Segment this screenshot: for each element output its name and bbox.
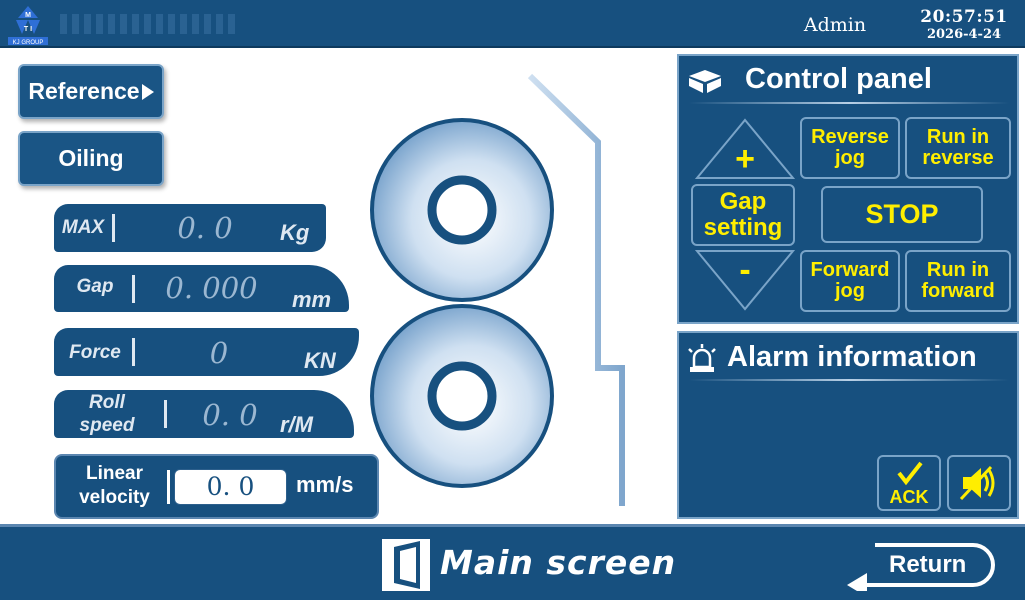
run-forward-line1: Run in [926,259,990,281]
roll-speed-label-line2: speed [79,415,135,436]
linear-velocity-unit: mm/s [296,472,354,497]
cube-icon [689,70,721,93]
clock-time: 20:57:51 [920,7,1008,27]
reverse-jog-line1: Reverse [811,126,889,148]
roll-speed-label: Roll speed [62,391,152,437]
alarm-panel-divider [689,379,1009,381]
oiling-label: Oiling [58,145,124,171]
gap-setting-button[interactable]: Gap setting [691,184,795,246]
mute-button[interactable] [947,455,1011,511]
run-forward-line2: forward [921,280,995,302]
linear-velocity-divider [167,470,170,504]
linear-velocity-label: Linear velocity [62,462,167,510]
forward-jog-line2: jog [835,280,865,302]
clock-date: 2026-4-24 [926,27,1002,42]
gap-readout: Gap 0. 000 mm [54,265,349,312]
gap-value: 0. 000 [165,271,258,305]
upper-roll [370,118,554,302]
control-panel-title: Control panel [745,63,932,95]
logo-caption: KJ GROUP [13,40,44,46]
acknowledge-button[interactable]: ACK [877,455,941,511]
linear-velocity-label-line1: Linear [85,463,144,484]
max-value: 0. 0 [177,211,233,245]
force-readout: Force 0 KN [54,328,359,376]
max-label: MAX [61,217,105,238]
door-icon [382,539,430,591]
gap-increase-button[interactable]: + [695,118,795,180]
gap-decrease-button[interactable]: - [695,249,795,311]
minus-label: - [739,251,750,289]
reference-label: Reference [28,78,140,104]
gap-unit: mm [292,287,332,312]
screen-title: Main screen [440,543,677,582]
alarm-panel-title: Alarm information [727,341,977,373]
roll-speed-readout: Roll speed 0. 0 r/M [54,390,354,438]
max-unit: Kg [280,220,310,245]
upper-roll-hub [427,175,497,245]
oiling-button[interactable]: Oiling [18,131,164,186]
return-label: Return [889,551,967,578]
logo-watermark [60,14,240,34]
reverse-jog-line2: jog [835,147,865,169]
max-readout: MAX 0. 0 Kg [54,204,326,252]
control-panel-header: Control panel [679,56,1017,106]
roll-speed-label-line1: Roll [89,392,125,413]
forward-jog-button[interactable]: Forward jog [800,250,900,312]
reference-button[interactable]: Reference [18,64,164,119]
return-button[interactable]: Return [845,537,1003,591]
control-panel: Control panel + Gap setting - Reverse jo… [677,54,1019,324]
lower-roll-hub [427,361,497,431]
ack-label: ACK [889,487,929,507]
top-bar: M T I KJ GROUP Admin 20:57:51 2026-4-24 [0,0,1025,48]
linear-velocity-label-line2: velocity [79,487,150,508]
bottom-bar: Main screen Return [0,524,1025,600]
reverse-jog-button[interactable]: Reverse jog [800,117,900,179]
stop-button[interactable]: STOP [821,186,983,243]
lower-roll [370,304,554,488]
run-in-reverse-button[interactable]: Run in reverse [905,117,1011,179]
plus-label: + [735,140,755,178]
force-value: 0 [209,336,229,370]
alarm-light-icon [688,344,716,372]
check-icon [897,461,923,486]
forward-jog-line1: Forward [810,259,890,281]
gap-label: Gap [76,276,114,297]
rolls-diagram [370,73,625,506]
current-user: Admin [803,14,867,36]
gap-setting-line2: setting [703,214,783,241]
roll-speed-unit: r/M [280,412,313,437]
play-arrow-icon [141,83,154,100]
roll-speed-value: 0. 0 [202,398,258,432]
mute-speaker-icon [959,465,995,501]
linear-velocity-panel: Linear velocity 0. 0 mm/s [54,454,379,519]
frame-outline [527,73,625,506]
logo-letter-top: M [25,12,31,19]
logo-letters-mid: T I [24,26,32,33]
run-reverse-line1: Run in [926,126,990,148]
force-label: Force [69,342,121,363]
control-panel-divider [689,102,1009,104]
linear-velocity-input[interactable]: 0. 0 [174,469,287,505]
alarm-panel: Alarm information ACK [677,331,1019,519]
run-reverse-line2: reverse [922,147,994,169]
company-logo: M T I KJ GROUP [8,6,48,46]
gap-setting-line1: Gap [719,188,767,215]
force-unit: KN [304,348,336,373]
run-in-forward-button[interactable]: Run in forward [905,250,1011,312]
